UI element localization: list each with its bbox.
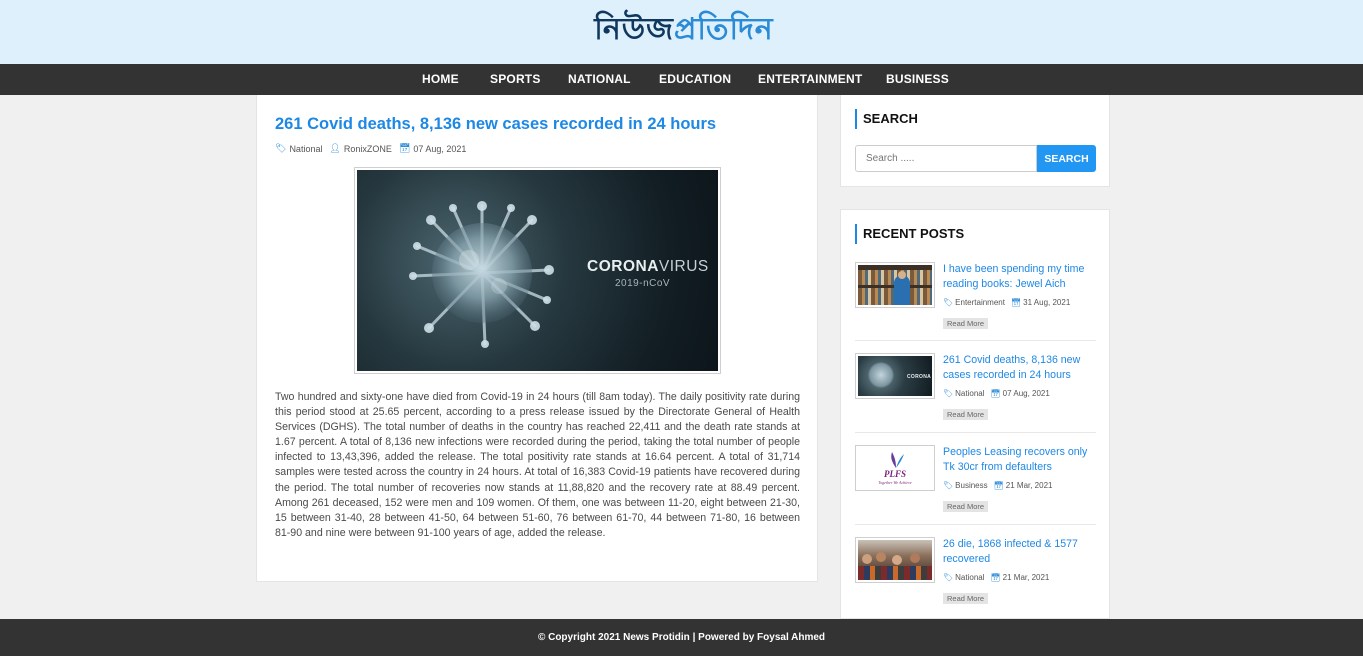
article-category-label: National [289,143,323,154]
nav-item-education[interactable]: EDUCATION [659,64,731,95]
recent-post-thumbnail[interactable]: PLFS Together We Achieve [855,445,935,491]
recent-post-thumbnail[interactable]: CORONA [855,353,935,399]
recent-post-thumbnail[interactable] [855,537,935,583]
recent-post: I have been spending my time reading boo… [855,262,1096,342]
recent-post-date: 31 Aug, 2021 [1023,298,1071,307]
search-button[interactable]: SEARCH [1037,145,1096,172]
calendar-icon: 📅︎ [990,389,1001,398]
site-logo[interactable]: নিউজপ্রতিদিন [586,8,782,52]
recent-post-category[interactable]: National [955,389,984,398]
nav-item-entertainment[interactable]: ENTERTAINMENT [758,64,862,95]
user-icon: 👤︎ [329,143,341,153]
article-body: Two hundred and sixty-one have died from… [275,391,800,539]
calendar-icon: 📅︎ [1010,298,1022,307]
main-nav: HOME SPORTS NATIONAL EDUCATION ENTERTAIN… [0,64,1363,95]
tag-icon: 🏷︎ [943,298,954,307]
nav-item-home[interactable]: HOME [422,64,459,95]
read-more-button[interactable]: Read More [943,593,989,604]
recent-post-category[interactable]: National [955,573,984,582]
search-widget: SEARCH SEARCH [840,95,1110,187]
site-footer: © Copyright 2021 News Protidin | Powered… [0,619,1363,656]
recent-post-title[interactable]: I have been spending my time reading boo… [943,262,1093,292]
divider [855,524,1096,525]
virus-illustration [409,201,554,348]
image-subcaption: 2019-nCoV [615,278,671,289]
divider [855,432,1096,433]
article-title[interactable]: 261 Covid deaths, 8,136 new cases record… [275,115,716,134]
masthead: নিউজপ্রতিদিন [0,0,1363,64]
calendar-icon: 📅︎ [398,143,411,153]
nav-item-sports[interactable]: SPORTS [490,64,541,95]
recent-post-title[interactable]: 261 Covid deaths, 8,136 new cases record… [943,353,1093,383]
read-more-button[interactable]: Read More [943,318,989,329]
recent-posts-title: RECENT POSTS [855,224,964,244]
recent-post-category[interactable]: Business [955,481,987,490]
calendar-icon: 📅︎ [990,573,1001,582]
read-more-button[interactable]: Read More [943,409,989,420]
divider [855,340,1096,341]
recent-post-meta: 🏷︎ Entertainment 📅︎ 31 Aug, 2021 [943,298,1076,307]
read-more-button[interactable]: Read More [943,501,989,512]
recent-posts-widget: RECENT POSTS I have been spending my tim… [840,209,1110,619]
article-image: CORONAVIRUS 2019-nCoV [354,167,721,374]
tag-icon: 🏷︎ [943,573,954,582]
article-date-label: 07 Aug, 2021 [413,143,467,154]
recent-post-meta: 🏷︎ National 📅︎ 07 Aug, 2021 [943,389,1056,398]
recent-post-date: 21 Mar, 2021 [1002,573,1050,582]
tag-icon: 🏷︎ [943,389,954,398]
nav-item-business[interactable]: BUSINESS [886,64,949,95]
plfs-logo-text: PLFS [883,469,906,479]
plfs-logo-tagline: Together We Achieve [878,480,912,485]
article-author-label: RonixZONE [343,143,392,154]
image-caption: CORONAVIRUS [587,258,709,275]
article-card: 261 Covid deaths, 8,136 new cases record… [256,95,818,582]
recent-post-meta: 🏷︎ National 📅︎ 21 Mar, 2021 [943,573,1055,582]
search-input[interactable] [855,145,1037,172]
recent-post-date: 21 Mar, 2021 [1005,481,1053,490]
recent-post: PLFS Together We Achieve Peoples Leasing… [855,445,1096,525]
article-author[interactable]: 👤︎ RonixZONE [329,143,391,154]
search-widget-title: SEARCH [855,109,918,129]
nav-item-national[interactable]: NATIONAL [568,64,631,95]
article-date: 📅︎ 07 Aug, 2021 [399,143,467,154]
recent-post-date: 07 Aug, 2021 [1002,389,1050,398]
recent-post-meta: 🏷︎ Business 📅︎ 21 Mar, 2021 [943,481,1058,490]
tag-icon: 🏷︎ [275,143,287,153]
recent-post-title[interactable]: Peoples Leasing recovers only Tk 30cr fr… [943,445,1093,475]
plfs-logo-icon [891,452,904,468]
recent-post-category[interactable]: Entertainment [955,298,1005,307]
recent-post: 26 die, 1868 infected & 1577 recovered 🏷… [855,537,1096,617]
article-meta: 🏷︎ National 👤︎ RonixZONE 📅︎ 07 Aug, 2021 [275,143,473,154]
tag-icon: 🏷︎ [943,481,954,490]
recent-post: CORONA 261 Covid deaths, 8,136 new cases… [855,353,1096,433]
calendar-icon: 📅︎ [993,481,1004,490]
recent-post-thumbnail[interactable] [855,262,935,308]
recent-post-title[interactable]: 26 die, 1868 infected & 1577 recovered [943,537,1093,567]
copyright-text: © Copyright 2021 News Protidin | Powered… [537,632,826,643]
logo-text: নিউজপ্রতিদিন [594,11,774,47]
article-category[interactable]: 🏷︎ National [275,143,322,154]
